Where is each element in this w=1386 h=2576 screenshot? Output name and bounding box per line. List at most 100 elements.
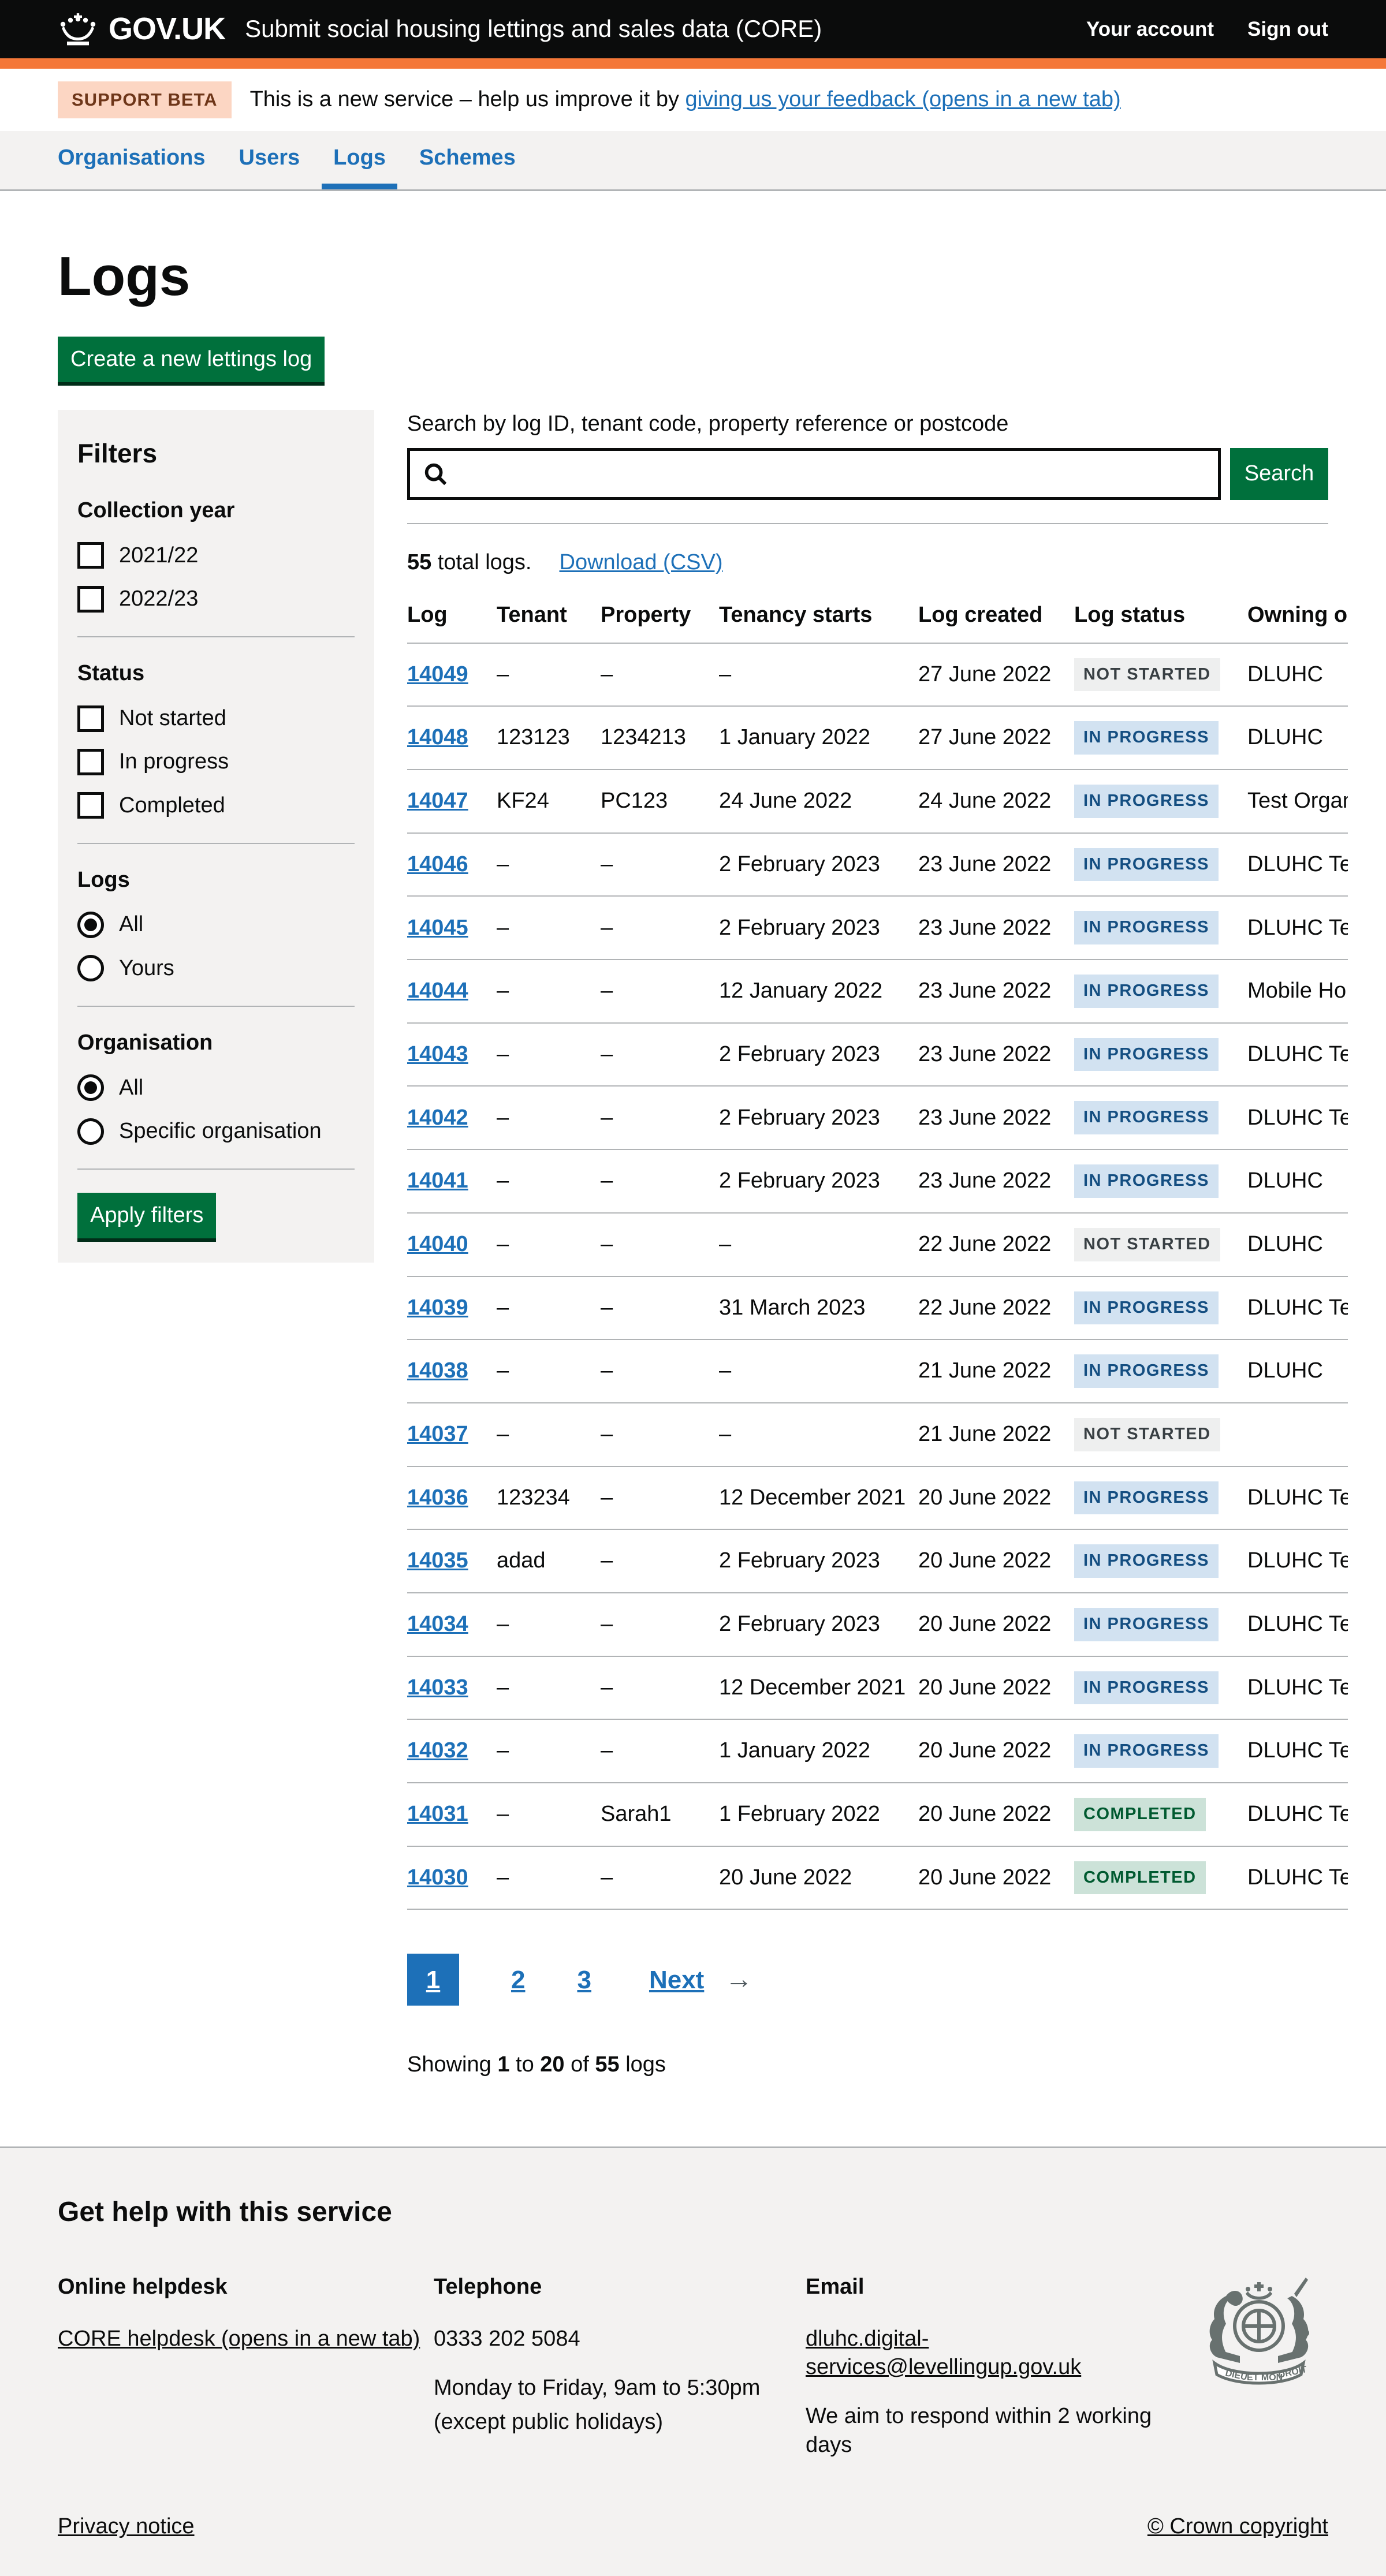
pagination-next-link[interactable]: Next xyxy=(649,1963,704,1996)
status-badge: COMPLETED xyxy=(1074,1798,1206,1831)
privacy-notice-link[interactable]: Privacy notice xyxy=(58,2512,195,2541)
your-account-link[interactable]: Your account xyxy=(1086,16,1214,43)
checkbox-icon[interactable] xyxy=(77,792,104,819)
log-id-link[interactable]: 14041 xyxy=(407,1168,468,1193)
radio-option-specific-organisation[interactable]: Specific organisation xyxy=(77,1117,355,1145)
property-cell: – xyxy=(601,1656,719,1720)
log-id-link[interactable]: 14047 xyxy=(407,789,468,813)
owning-org-cell: DLUHC Te xyxy=(1247,1466,1348,1530)
service-name[interactable]: Submit social housing lettings and sales… xyxy=(245,13,822,45)
property-cell: – xyxy=(601,1846,719,1910)
checkbox-option-not-started[interactable]: Not started xyxy=(77,704,355,733)
nav-item-logs[interactable]: Logs xyxy=(322,131,397,189)
pagination-page-2[interactable]: 2 xyxy=(511,1966,525,1994)
log-id-link[interactable]: 14032 xyxy=(407,1738,468,1763)
telephone-hours: Monday to Friday, 9am to 5:30pm xyxy=(434,2374,806,2402)
log-id-link[interactable]: 14037 xyxy=(407,1422,468,1446)
tenancy-starts-cell: 2 February 2023 xyxy=(719,1023,918,1087)
govuk-header: GOV.UK Submit social housing lettings an… xyxy=(0,0,1386,58)
log-id-link[interactable]: 14042 xyxy=(407,1106,468,1130)
log-created-cell: 23 June 2022 xyxy=(918,833,1074,897)
checkbox-icon[interactable] xyxy=(77,705,104,732)
log-id-link[interactable]: 14031 xyxy=(407,1802,468,1826)
pagination-current-page[interactable]: 1 xyxy=(407,1954,459,2006)
log-id-link[interactable]: 14033 xyxy=(407,1675,468,1700)
nav-item-schemes[interactable]: Schemes xyxy=(408,131,527,189)
tenant-cell: – xyxy=(497,1276,601,1340)
tenant-cell: – xyxy=(497,1656,601,1720)
checkbox-option-2021/22[interactable]: 2021/22 xyxy=(77,542,355,570)
helpdesk-link[interactable]: CORE helpdesk (opens in a new tab) xyxy=(58,2327,420,2351)
radio-option-all[interactable]: All xyxy=(77,910,355,939)
telephone-number: 0333 202 5084 xyxy=(434,2325,806,2353)
log-id-link[interactable]: 14035 xyxy=(407,1548,468,1573)
footer-heading: Get help with this service xyxy=(58,2194,1328,2230)
log-status-cell: NOT STARTED xyxy=(1074,643,1247,707)
checkbox-icon[interactable] xyxy=(77,542,104,569)
email-link[interactable]: dluhc.digital-services@levellingup.gov.u… xyxy=(806,2327,1081,2379)
showing-of-word: of xyxy=(565,2052,595,2077)
log-id-link[interactable]: 14036 xyxy=(407,1485,468,1510)
log-id-link[interactable]: 14030 xyxy=(407,1865,468,1890)
checkbox-icon[interactable] xyxy=(77,749,104,775)
log-id-link[interactable]: 14038 xyxy=(407,1358,468,1383)
log-id-link[interactable]: 14034 xyxy=(407,1612,468,1636)
log-id-link[interactable]: 14043 xyxy=(407,1042,468,1066)
status-badge: IN PROGRESS xyxy=(1074,911,1219,944)
col-header-log-created: Log created xyxy=(918,601,1074,643)
log-id-link[interactable]: 14039 xyxy=(407,1296,468,1320)
log-id-link[interactable]: 14048 xyxy=(407,725,468,749)
status-badge: IN PROGRESS xyxy=(1074,848,1219,882)
govuk-logotype[interactable]: GOV.UK xyxy=(109,9,225,49)
tenancy-starts-cell: 1 February 2022 xyxy=(719,1783,918,1846)
create-lettings-log-button[interactable]: Create a new lettings log xyxy=(58,337,325,382)
col-header-log: Log xyxy=(407,601,497,643)
log-row-14044: 14044––12 January 202223 June 2022IN PRO… xyxy=(407,960,1348,1023)
radio-selected-icon[interactable] xyxy=(77,1074,104,1101)
property-cell: – xyxy=(601,1719,719,1783)
log-status-cell: IN PROGRESS xyxy=(1074,1656,1247,1720)
log-created-cell: 21 June 2022 xyxy=(918,1403,1074,1466)
log-id-link[interactable]: 14045 xyxy=(407,916,468,940)
radio-option-yours[interactable]: Yours xyxy=(77,954,355,983)
log-created-cell: 23 June 2022 xyxy=(918,960,1074,1023)
log-id-link[interactable]: 14049 xyxy=(407,662,468,686)
status-badge: IN PROGRESS xyxy=(1074,785,1219,818)
search-button[interactable]: Search xyxy=(1230,448,1328,500)
owning-org-cell: DLUHC Te xyxy=(1247,1656,1348,1720)
log-status-cell: COMPLETED xyxy=(1074,1846,1247,1910)
search-input[interactable] xyxy=(407,448,1221,500)
property-cell: – xyxy=(601,960,719,1023)
radio-selected-icon[interactable] xyxy=(77,912,104,938)
log-id-link[interactable]: 14044 xyxy=(407,979,468,1003)
sign-out-link[interactable]: Sign out xyxy=(1247,16,1328,43)
status-badge: IN PROGRESS xyxy=(1074,1291,1219,1325)
property-cell: – xyxy=(601,1339,719,1403)
checkbox-option-in-progress[interactable]: In progress xyxy=(77,748,355,776)
nav-item-users[interactable]: Users xyxy=(228,131,312,189)
results-divider xyxy=(407,523,1328,524)
checkbox-option-completed[interactable]: Completed xyxy=(77,792,355,820)
showing-summary: Showing 1 to 20 of 55 logs xyxy=(407,2051,1348,2079)
tenancy-starts-cell: – xyxy=(719,1403,918,1466)
radio-icon[interactable] xyxy=(77,955,104,981)
primary-navigation: OrganisationsUsersLogsSchemes xyxy=(0,131,1386,191)
checkbox-option-2022/23[interactable]: 2022/23 xyxy=(77,585,355,613)
crown-copyright-link[interactable]: © Crown copyright xyxy=(1147,2512,1328,2541)
feedback-link[interactable]: giving us your feedback (opens in a new … xyxy=(685,87,1121,111)
radio-icon[interactable] xyxy=(77,1118,104,1145)
log-id-link[interactable]: 14046 xyxy=(407,852,468,876)
log-status-cell: IN PROGRESS xyxy=(1074,1339,1247,1403)
checkbox-icon[interactable] xyxy=(77,586,104,613)
col-header-owning-org: Owning or xyxy=(1247,601,1348,643)
radio-option-all[interactable]: All xyxy=(77,1074,355,1102)
tenancy-starts-cell: – xyxy=(719,1339,918,1403)
download-csv-link[interactable]: Download (CSV) xyxy=(560,550,723,574)
apply-filters-button[interactable]: Apply filters xyxy=(77,1193,216,1238)
log-id-link[interactable]: 14040 xyxy=(407,1232,468,1256)
owning-org-cell: DLUHC Te xyxy=(1247,1783,1348,1846)
pagination-page-3[interactable]: 3 xyxy=(577,1966,591,1994)
results-section: Search by log ID, tenant code, property … xyxy=(407,410,1348,2079)
nav-item-organisations[interactable]: Organisations xyxy=(58,131,217,189)
tenant-cell: – xyxy=(497,1403,601,1466)
